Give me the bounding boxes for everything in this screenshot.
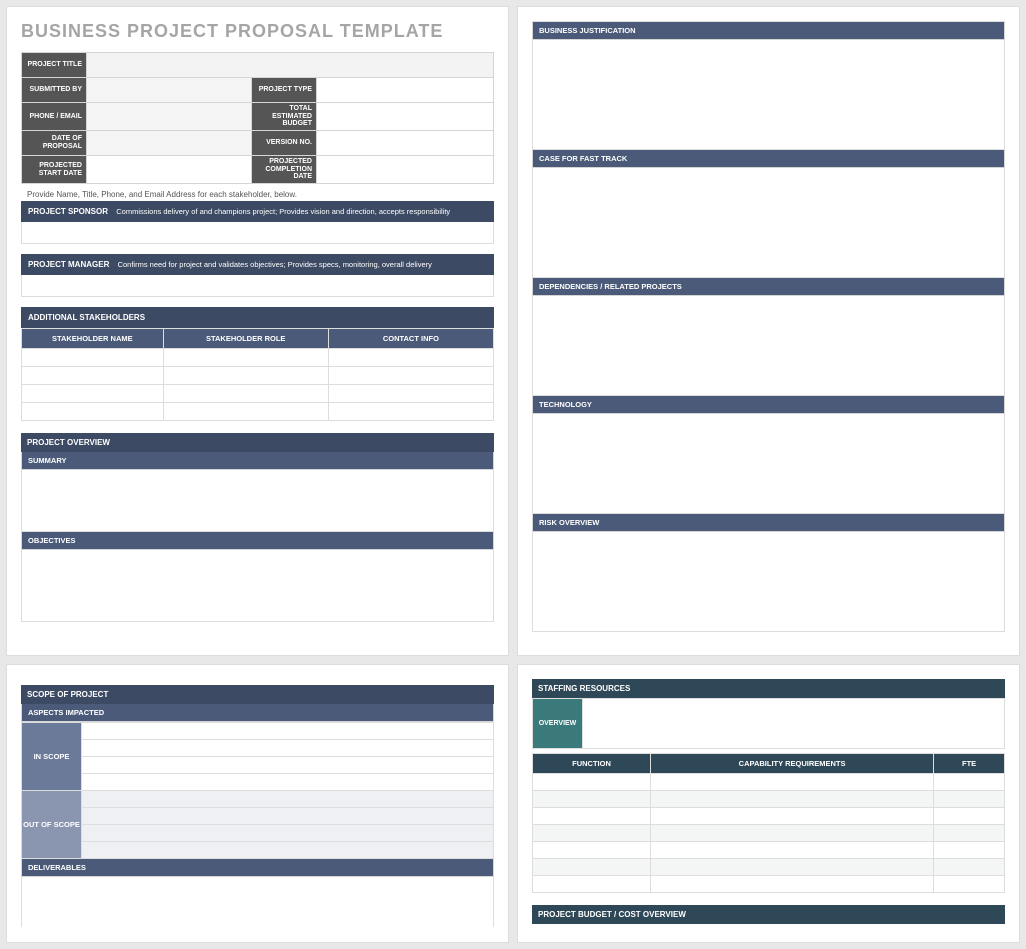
staff-row[interactable]	[533, 859, 1005, 876]
in-scope-row[interactable]	[82, 740, 494, 757]
input-staffing-overview[interactable]	[583, 699, 1005, 749]
label-total-budget: TOTAL ESTIMATED BUDGET	[252, 103, 317, 131]
project-meta-table: PROJECT TITLE SUBMITTED BY PROJECT TYPE …	[21, 52, 494, 184]
input-projected-start[interactable]	[87, 156, 252, 184]
input-summary[interactable]	[21, 470, 494, 532]
staff-row[interactable]	[533, 876, 1005, 893]
label-project-title: PROJECT TITLE	[22, 53, 87, 78]
input-date-proposal[interactable]	[87, 131, 252, 156]
sponsor-label: PROJECT SPONSOR	[28, 207, 108, 216]
out-scope-row[interactable]	[82, 808, 494, 825]
staffing-overview: OVERVIEW	[532, 698, 1005, 749]
input-business-justification[interactable]	[532, 40, 1005, 150]
input-phone-email[interactable]	[87, 103, 252, 131]
deliverables-header: DELIVERABLES	[21, 859, 494, 877]
sponsor-desc: Commissions delivery of and champions pr…	[116, 207, 450, 216]
out-scope-row[interactable]	[82, 791, 494, 808]
aspects-header: ASPECTS IMPACTED	[21, 704, 494, 722]
label-in-scope: IN SCOPE	[22, 723, 82, 791]
col-fte: FTE	[934, 754, 1005, 774]
page-4: STAFFING RESOURCES OVERVIEW FUNCTION CAP…	[517, 664, 1020, 943]
input-projected-end[interactable]	[317, 156, 494, 184]
label-submitted-by: SUBMITTED BY	[22, 78, 87, 103]
input-manager[interactable]	[21, 275, 494, 297]
input-fast-track[interactable]	[532, 168, 1005, 278]
document-title: BUSINESS PROJECT PROPOSAL TEMPLATE	[21, 21, 494, 42]
input-version[interactable]	[317, 131, 494, 156]
objectives-subhead: OBJECTIVES	[21, 532, 494, 550]
col-function: FUNCTION	[533, 754, 651, 774]
label-date-proposal: DATE OF PROPOSAL	[22, 131, 87, 156]
input-technology[interactable]	[532, 414, 1005, 514]
business-justification-header: BUSINESS JUSTIFICATION	[532, 21, 1005, 40]
input-project-title[interactable]	[87, 53, 494, 78]
input-deliverables[interactable]	[21, 877, 494, 927]
staffing-header: STAFFING RESOURCES	[532, 679, 1005, 698]
label-out-scope: OUT OF SCOPE	[22, 791, 82, 859]
staff-row[interactable]	[533, 774, 1005, 791]
input-dependencies[interactable]	[532, 296, 1005, 396]
out-scope-row[interactable]	[82, 825, 494, 842]
label-projected-end: PROJECTED COMPLETION DATE	[252, 156, 317, 184]
staff-row[interactable]	[533, 791, 1005, 808]
stakeholders-header: ADDITIONAL STAKEHOLDERS	[21, 307, 494, 328]
col-capability: CAPABILITY REQUIREMENTS	[651, 754, 934, 774]
in-scope-row[interactable]	[82, 723, 494, 740]
staffing-table: FUNCTION CAPABILITY REQUIREMENTS FTE	[532, 753, 1005, 893]
input-risk[interactable]	[532, 532, 1005, 632]
project-sponsor-bar: PROJECT SPONSOR Commissions delivery of …	[21, 201, 494, 222]
staff-row[interactable]	[533, 842, 1005, 859]
input-project-type[interactable]	[317, 78, 494, 103]
budget-header: PROJECT BUDGET / COST OVERVIEW	[532, 905, 1005, 924]
input-objectives[interactable]	[21, 550, 494, 622]
page-2: BUSINESS JUSTIFICATION CASE FOR FAST TRA…	[517, 6, 1020, 656]
technology-header: TECHNOLOGY	[532, 396, 1005, 414]
project-manager-bar: PROJECT MANAGER Confirms need for projec…	[21, 254, 494, 275]
staff-row[interactable]	[533, 825, 1005, 842]
label-phone-email: PHONE / EMAIL	[22, 103, 87, 131]
scope-header: SCOPE OF PROJECT	[21, 685, 494, 704]
in-scope-row[interactable]	[82, 757, 494, 774]
page-1: BUSINESS PROJECT PROPOSAL TEMPLATE PROJE…	[6, 6, 509, 656]
summary-subhead: SUMMARY	[21, 452, 494, 470]
input-submitted-by[interactable]	[87, 78, 252, 103]
risk-header: RISK OVERVIEW	[532, 514, 1005, 532]
out-scope-row[interactable]	[82, 842, 494, 859]
label-project-type: PROJECT TYPE	[252, 78, 317, 103]
fast-track-header: CASE FOR FAST TRACK	[532, 150, 1005, 168]
manager-label: PROJECT MANAGER	[28, 260, 109, 269]
project-overview-header: PROJECT OVERVIEW	[21, 433, 494, 452]
staff-row[interactable]	[533, 808, 1005, 825]
label-projected-start: PROJECTED START DATE	[22, 156, 87, 184]
col-stakeholder-role: STAKEHOLDER ROLE	[163, 329, 328, 349]
label-version: VERSION NO.	[252, 131, 317, 156]
stakeholder-note: Provide Name, Title, Phone, and Email Ad…	[27, 190, 494, 199]
col-contact-info: CONTACT INFO	[328, 329, 493, 349]
input-sponsor[interactable]	[21, 222, 494, 244]
stakeholder-row[interactable]	[22, 403, 494, 421]
stakeholder-row[interactable]	[22, 385, 494, 403]
dependencies-header: DEPENDENCIES / RELATED PROJECTS	[532, 278, 1005, 296]
label-overview: OVERVIEW	[533, 699, 583, 749]
col-stakeholder-name: STAKEHOLDER NAME	[22, 329, 164, 349]
in-scope-row[interactable]	[82, 774, 494, 791]
stakeholders-table: STAKEHOLDER NAME STAKEHOLDER ROLE CONTAC…	[21, 328, 494, 421]
stakeholder-row[interactable]	[22, 367, 494, 385]
stakeholder-row[interactable]	[22, 349, 494, 367]
page-3: SCOPE OF PROJECT ASPECTS IMPACTED IN SCO…	[6, 664, 509, 943]
scope-table: IN SCOPE OUT OF SCOPE	[21, 722, 494, 859]
input-total-budget[interactable]	[317, 103, 494, 131]
manager-desc: Confirms need for project and validates …	[118, 260, 432, 269]
